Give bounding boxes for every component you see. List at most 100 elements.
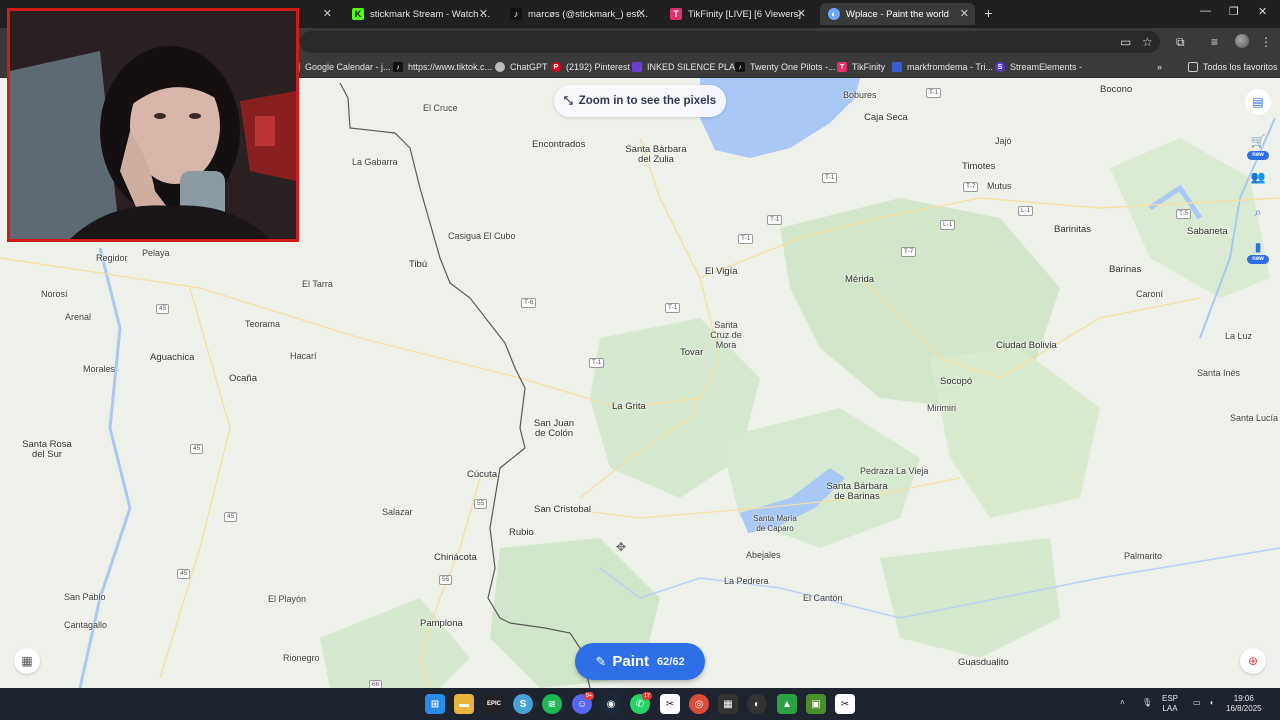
bookmark-inked-silence[interactable]: INKED SILENCE PLA... bbox=[632, 60, 743, 74]
road-shield: 66 bbox=[369, 680, 383, 688]
bookmark-star-icon[interactable]: ☆ bbox=[1142, 35, 1153, 49]
place-label: Pelaya bbox=[142, 248, 170, 258]
place-label: Abejales bbox=[746, 550, 781, 560]
cast-icon[interactable]: ▭ bbox=[1120, 35, 1131, 49]
place-label: El Cruce bbox=[423, 103, 458, 113]
search-button[interactable]: ⌕ bbox=[1245, 199, 1271, 225]
road-shield: 45 bbox=[156, 304, 170, 314]
tray-chevron-icon[interactable]: ˄ bbox=[1120, 698, 1125, 708]
tab-kick-stream[interactable]: K stickmark Stream - Watch Live on Kick … bbox=[344, 3, 494, 25]
clock-date: 16/8/2025 bbox=[1226, 704, 1262, 713]
language-indicator[interactable]: ESP LAA bbox=[1162, 694, 1178, 714]
close-tab-icon[interactable]: ✕ bbox=[479, 7, 488, 20]
place-label: Tovar bbox=[680, 347, 704, 358]
all-bookmarks-folder[interactable]: Todos los favoritos bbox=[1188, 60, 1278, 74]
close-tab-icon[interactable]: ✕ bbox=[960, 7, 969, 20]
road-shield: L-1 bbox=[1018, 206, 1034, 216]
cart-icon: 🛒 bbox=[1250, 134, 1266, 148]
new-badge: new bbox=[1247, 255, 1269, 264]
place-label: Barinas bbox=[1109, 264, 1142, 275]
clock[interactable]: 19:06 16/8/2025 bbox=[1226, 694, 1262, 714]
place-label: Mérida bbox=[845, 274, 875, 285]
wplace-logo-button[interactable]: ▤ bbox=[1245, 89, 1271, 115]
zoom-hint-pill[interactable]: ⤡ Zoom in to see the pixels bbox=[554, 85, 726, 117]
tab-0[interactable]: ✕ bbox=[302, 3, 338, 25]
file-explorer-icon[interactable]: ▬ bbox=[454, 694, 474, 714]
close-tab-icon[interactable]: ✕ bbox=[797, 7, 806, 20]
bookmark-tiktok[interactable]: ♪ https://www.tiktok.c... bbox=[393, 60, 492, 74]
road-shield: T-1 bbox=[926, 88, 942, 98]
app-triangle-icon[interactable]: ▲ bbox=[777, 694, 797, 714]
obs-icon[interactable]: ◐ bbox=[747, 694, 767, 714]
road-shield: T-1 bbox=[738, 234, 754, 244]
bookmark-pinterest[interactable]: P (2192) Pinterest bbox=[551, 60, 630, 74]
place-label: Mutus bbox=[987, 181, 1012, 191]
folder-icon bbox=[1188, 62, 1198, 72]
paint-button[interactable]: ✎ Paint 62/62 bbox=[575, 643, 705, 680]
epic-games-icon[interactable]: EPIC bbox=[484, 694, 504, 714]
place-label: Timotes bbox=[962, 161, 996, 172]
tab-tiktok-live[interactable]: ♪ marcøs (@stickmark_) está LIVE ✕ bbox=[502, 3, 652, 25]
place-label: La Grita bbox=[612, 401, 646, 412]
tiktok-favicon-icon: ♪ bbox=[510, 8, 522, 20]
chrome-icon[interactable]: ◎ bbox=[689, 694, 709, 714]
bookmark-markfromdema[interactable]: markfromdema - Tri... bbox=[892, 60, 993, 74]
minimize-icon[interactable]: — bbox=[1200, 5, 1211, 17]
minecraft-icon[interactable]: ▣ bbox=[806, 694, 826, 714]
restore-icon[interactable]: ❐ bbox=[1229, 5, 1239, 18]
address-bar[interactable] bbox=[300, 31, 1160, 53]
place-label: Pedraza La Vieja bbox=[860, 466, 929, 476]
capcut-icon[interactable]: ✂ bbox=[660, 694, 680, 714]
volume-icon[interactable]: ◖ bbox=[1209, 698, 1214, 708]
road-shield: T-6 bbox=[521, 298, 537, 308]
bookmark-tikfinity[interactable]: T TikFinity bbox=[837, 60, 885, 74]
bar-chart-icon: ▮ bbox=[1254, 240, 1262, 254]
capcut-active-icon[interactable]: ✂ bbox=[835, 694, 855, 714]
road-shield: 55 bbox=[439, 575, 453, 585]
app-grid-icon[interactable]: ▦ bbox=[718, 694, 738, 714]
place-label: El Vigía bbox=[705, 266, 738, 277]
windows-start-icon[interactable]: ⊞ bbox=[425, 694, 445, 714]
bookmarks-overflow-icon[interactable]: » bbox=[1157, 60, 1162, 74]
road-shield: T-1 bbox=[665, 303, 681, 313]
brush-icon: ✎ bbox=[595, 653, 607, 669]
place-label: Chinácota bbox=[434, 552, 477, 563]
new-tab-button[interactable]: + bbox=[980, 5, 997, 22]
browser-menu-icon[interactable]: ⋮ bbox=[1260, 35, 1272, 49]
bookmark-twenty-one-pilots[interactable]: ♪ Twenty One Pilots -... bbox=[735, 60, 836, 74]
new-badge: new bbox=[1247, 151, 1269, 160]
tikfinity-icon: T bbox=[837, 62, 847, 72]
search-icon: ⌕ bbox=[1254, 204, 1262, 219]
road-shield: 45 bbox=[177, 569, 191, 579]
bookmark-streamelements[interactable]: S StreamElements - bbox=[995, 60, 1082, 74]
app-icon[interactable]: S bbox=[513, 694, 533, 714]
locate-button[interactable]: ⊕ bbox=[1240, 648, 1266, 674]
tab-label: stickmark Stream - Watch Live on Kick bbox=[370, 8, 494, 20]
network-icon[interactable]: ▭ bbox=[1193, 698, 1201, 708]
bookmark-google-calendar[interactable]: Google Calendar - j... bbox=[290, 60, 391, 74]
wplace-favicon-icon: ◐ bbox=[828, 8, 840, 20]
bookmark-chatgpt[interactable]: ChatGPT bbox=[495, 60, 548, 74]
place-label: San Cristobal bbox=[534, 504, 592, 515]
place-label: Jajó bbox=[995, 136, 1012, 146]
media-control-icon[interactable]: ≡ bbox=[1211, 35, 1218, 49]
spotify-icon[interactable]: ≋ bbox=[542, 694, 562, 714]
place-label: Morales bbox=[83, 364, 116, 374]
place-label: Santa Cruz de Mora bbox=[710, 320, 742, 350]
place-label: Socopó bbox=[940, 376, 973, 387]
streamer-face-image bbox=[10, 11, 296, 239]
tab-tikfinity[interactable]: T TikFinity [LIVE] [6 Viewers] ✕ bbox=[662, 3, 812, 25]
steam-icon[interactable]: ◉ bbox=[601, 694, 621, 714]
tab-label: TikFinity [LIVE] [6 Viewers] bbox=[688, 8, 801, 20]
close-window-icon[interactable]: ✕ bbox=[1258, 5, 1267, 18]
tiktok-icon: ♪ bbox=[735, 62, 745, 72]
tab-wplace[interactable]: ◐ Wplace - Paint the world ✕ bbox=[820, 3, 975, 25]
close-tab-icon[interactable]: ✕ bbox=[637, 7, 646, 20]
close-tab-icon[interactable]: ✕ bbox=[323, 7, 332, 20]
alliance-button[interactable]: 👥 bbox=[1245, 164, 1271, 190]
profile-avatar[interactable] bbox=[1235, 34, 1249, 48]
extensions-icon[interactable]: ⧉ bbox=[1176, 35, 1185, 49]
microphone-icon[interactable]: 🎙 bbox=[1142, 698, 1152, 708]
road-shield: T-5 bbox=[1176, 209, 1192, 219]
info-button[interactable]: ▦ bbox=[14, 648, 40, 674]
